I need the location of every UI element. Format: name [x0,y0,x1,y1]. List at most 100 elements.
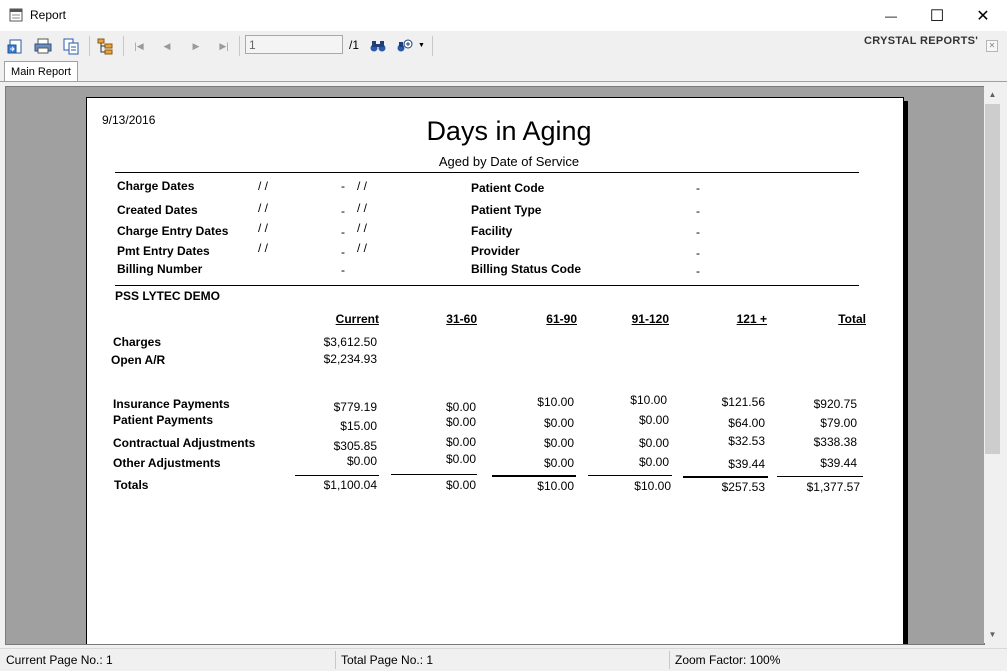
status-separator [669,651,670,669]
group-tree-icon [97,38,113,55]
zoom-icon [397,39,413,52]
param-from: / / [258,241,269,255]
scroll-up-icon[interactable]: ▲ [984,86,1001,103]
report-title: Days in Aging [426,116,592,146]
first-page-button[interactable]: |◀ [132,38,146,54]
table-cell: $79.00 [820,416,857,430]
param-to: / / [357,201,368,215]
table-cell: $10.00 [630,393,667,407]
param-label: Facility [471,224,513,238]
scroll-down-icon[interactable]: ▼ [984,626,1001,643]
minimize-button[interactable]: — [868,0,914,31]
param-value: - [696,246,700,260]
tab-main-report[interactable]: Main Report [4,61,78,82]
column-header: Total [838,312,866,326]
param-label: Patient Code [471,181,545,195]
report-app-icon [9,8,23,22]
param-to: / / [357,241,368,255]
table-cell: $0.00 [638,455,669,469]
vertical-scrollbar[interactable]: ▲ ▼ [984,86,1001,643]
param-dash: - [341,204,345,218]
total-line [391,474,477,475]
next-page-icon: ▶ [192,40,200,51]
zoom-button[interactable] [396,37,414,55]
table-cell: $0.00 [543,456,574,470]
scrollbar-thumb[interactable] [985,104,1000,454]
table-cell: $779.19 [333,400,377,414]
maximize-button[interactable]: ☐ [914,0,960,31]
param-dash: - [341,225,345,239]
zoom-status: Zoom Factor: 100% [675,653,781,667]
previous-page-icon: ◀ [163,40,171,51]
open-ar-value: $2,234.93 [323,352,377,366]
row-label: Other Adjustments [113,456,221,470]
column-header: 121 + [736,312,767,326]
param-from: / / [258,221,269,235]
print-button[interactable] [34,37,52,55]
param-value: - [696,181,700,195]
minimize-icon: — [885,8,897,23]
total-cell: $1,377.57 [806,480,860,494]
param-dash: - [341,245,345,259]
total-line [588,475,672,476]
param-label: Billing Status Code [471,262,582,276]
charges-label: Charges [113,335,162,349]
close-view-button[interactable]: ✕ [986,40,998,52]
param-label: Charge Dates [117,179,195,193]
toggle-group-tree-button[interactable] [96,37,114,55]
tab-divider [0,81,1007,82]
total-cell: $10.00 [634,479,671,493]
table-cell: $0.00 [445,452,476,466]
toolbar-separator [239,36,240,56]
table-cell: $121.56 [721,395,765,409]
previous-page-button[interactable]: ◀ [160,38,174,54]
toolbar-separator [123,36,124,56]
column-header: Current [335,312,379,326]
print-icon [34,38,52,54]
report-viewport[interactable]: 9/13/2016 Days in Aging Aged by Date of … [5,86,985,645]
column-header: 31-60 [446,312,477,326]
table-cell: $32.53 [728,434,765,448]
toolbar [0,31,1007,59]
table-cell: $0.00 [543,436,574,450]
param-to: / / [357,221,368,235]
divider [115,172,859,173]
column-header: 61-90 [546,312,577,326]
total-line [295,475,379,476]
total-cell: $0.00 [445,478,476,492]
page-number-input[interactable] [245,35,343,54]
practice-name: PSS LYTEC DEMO [115,289,220,303]
param-from: / / [258,179,269,193]
last-page-button[interactable]: ▶| [217,38,231,54]
close-window-button[interactable]: ✕ [960,0,1006,31]
report-page: 9/13/2016 Days in Aging Aged by Date of … [86,97,904,644]
table-cell: $920.75 [813,397,857,411]
export-button[interactable] [7,37,25,55]
first-page-icon: |◀ [134,40,144,51]
row-label: Patient Payments [113,413,214,427]
param-value: - [696,204,700,218]
total-line [683,476,768,478]
param-label: Charge Entry Dates [117,224,229,238]
total-cell: $10.00 [537,479,574,493]
report-subtitle: Aged by Date of Service [438,154,580,169]
table-cell: $0.00 [638,436,669,450]
find-button[interactable] [369,37,387,55]
copy-button[interactable] [62,37,80,55]
param-label: Created Dates [117,203,198,217]
column-header: 91-120 [631,312,669,326]
copy-icon [63,38,79,55]
crystal-reports-logo: CRYSTAL REPORTS' [864,35,979,47]
zoom-dropdown-icon[interactable]: ▼ [418,42,425,49]
toolbar-separator [89,36,90,56]
maximize-icon: ☐ [929,7,945,25]
charges-value: $3,612.50 [323,335,377,349]
row-label: Contractual Adjustments [113,436,256,450]
next-page-button[interactable]: ▶ [189,38,203,54]
tab-label: Main Report [11,66,71,78]
open-ar-label: Open A/R [111,353,166,367]
total-cell: $1,100.04 [323,478,377,492]
param-from: / / [258,201,269,215]
table-cell: $338.38 [813,435,857,449]
table-cell: $10.00 [537,395,574,409]
